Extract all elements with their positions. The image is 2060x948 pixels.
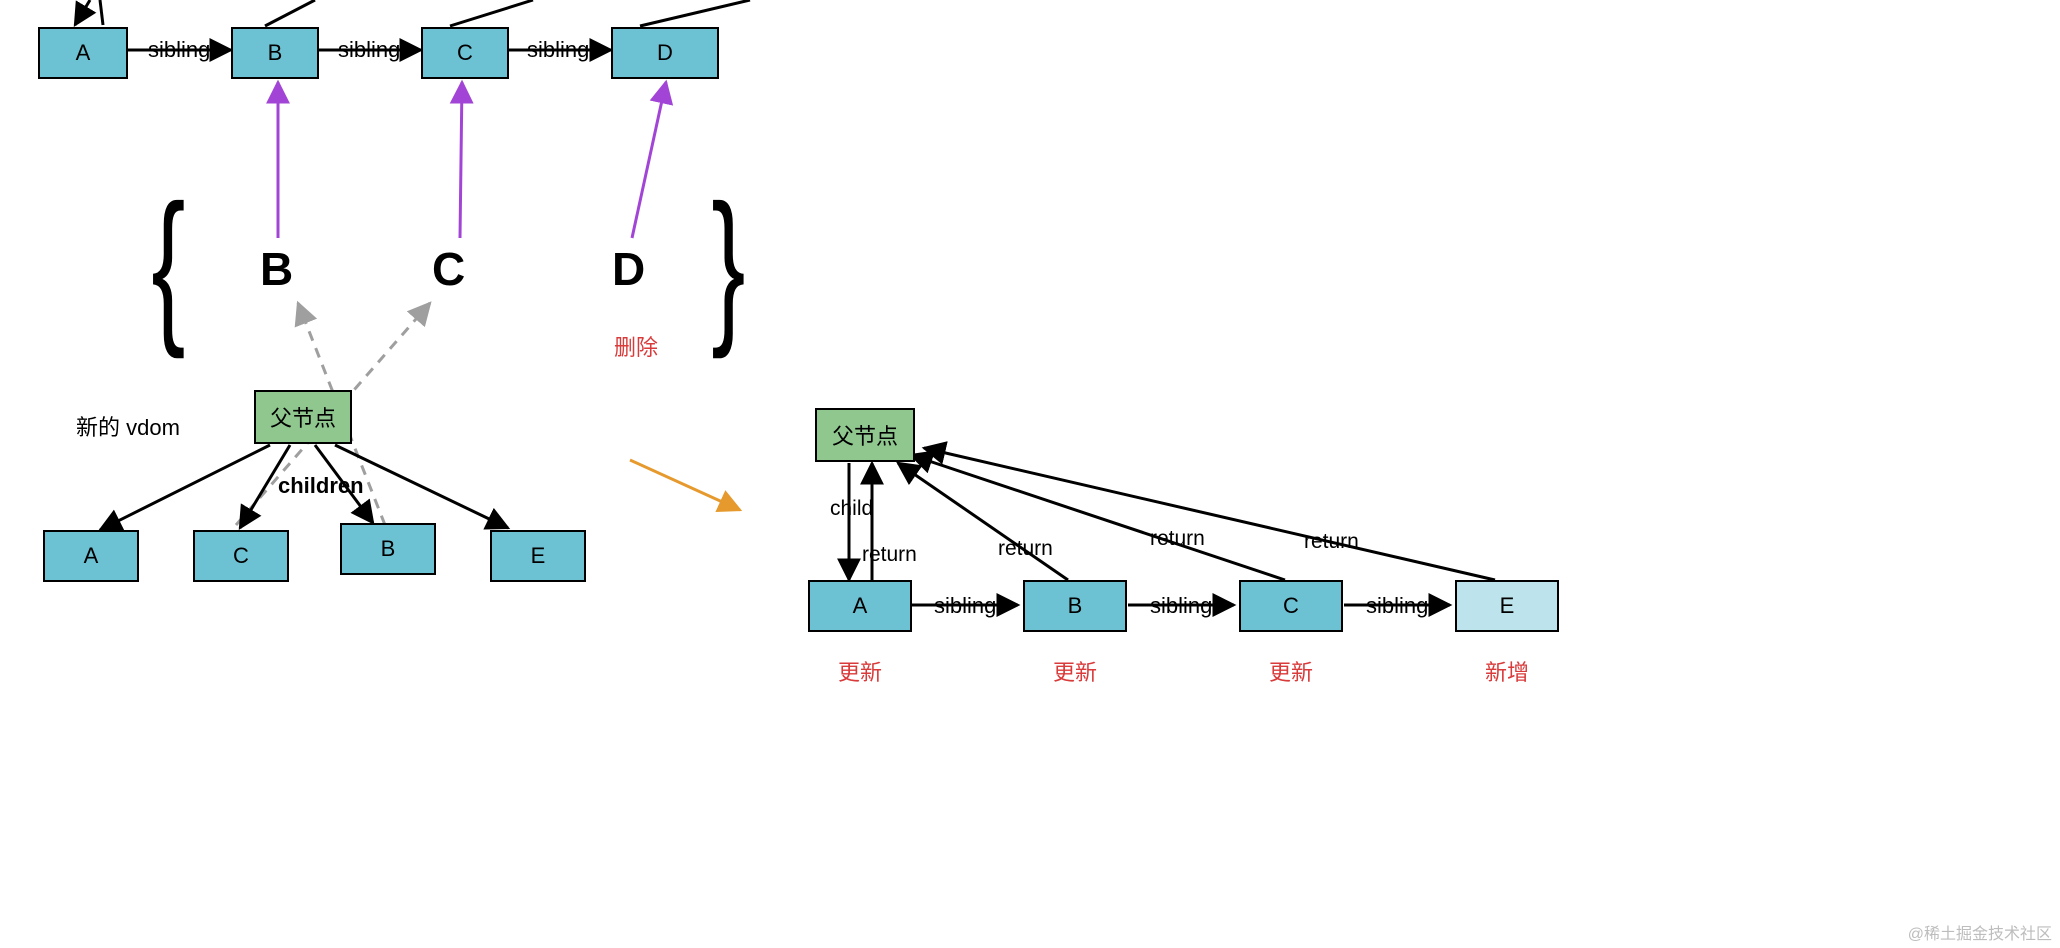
result-leaf-b: B	[1023, 580, 1127, 632]
result-sibling-2: sibling	[1150, 593, 1212, 619]
vdom-child-c: C	[193, 530, 289, 582]
tag-a: 更新	[838, 655, 882, 687]
child-label: child	[830, 497, 873, 521]
return-label-2: return	[998, 537, 1053, 561]
brace-right-icon: }	[711, 180, 745, 350]
old-node-c: C	[421, 27, 509, 79]
delete-label: 删除	[614, 330, 658, 362]
return-label-1: return	[862, 543, 917, 567]
tag-e: 新增	[1485, 655, 1529, 687]
result-sibling-3: sibling	[1366, 593, 1428, 619]
watermark: @稀土掘金技术社区	[1908, 920, 2052, 944]
tag-b: 更新	[1053, 655, 1097, 687]
vdom-child-a: A	[43, 530, 139, 582]
old-node-a: A	[38, 27, 128, 79]
return-label-3: return	[1150, 527, 1205, 551]
vdom-child-e: E	[490, 530, 586, 582]
map-item-b: B	[260, 242, 293, 296]
result-parent-node: 父节点	[815, 408, 915, 462]
sibling-label-2: sibling	[338, 37, 400, 63]
result-leaf-e: E	[1455, 580, 1559, 632]
return-label-4: return	[1304, 530, 1359, 554]
brace-left-icon: {	[151, 180, 185, 350]
result-sibling-1: sibling	[934, 593, 996, 619]
map-item-c: C	[432, 242, 465, 296]
map-item-d: D	[612, 242, 645, 296]
vdom-parent-node: 父节点	[254, 390, 352, 444]
old-node-d: D	[611, 27, 719, 79]
tag-c: 更新	[1269, 655, 1313, 687]
result-leaf-c: C	[1239, 580, 1343, 632]
children-label: children	[278, 473, 364, 499]
sibling-label-1: sibling	[148, 37, 210, 63]
sibling-label-3: sibling	[527, 37, 589, 63]
old-node-b: B	[231, 27, 319, 79]
result-leaf-a: A	[808, 580, 912, 632]
vdom-child-b: B	[340, 523, 436, 575]
vdom-caption: 新的 vdom	[76, 410, 180, 442]
